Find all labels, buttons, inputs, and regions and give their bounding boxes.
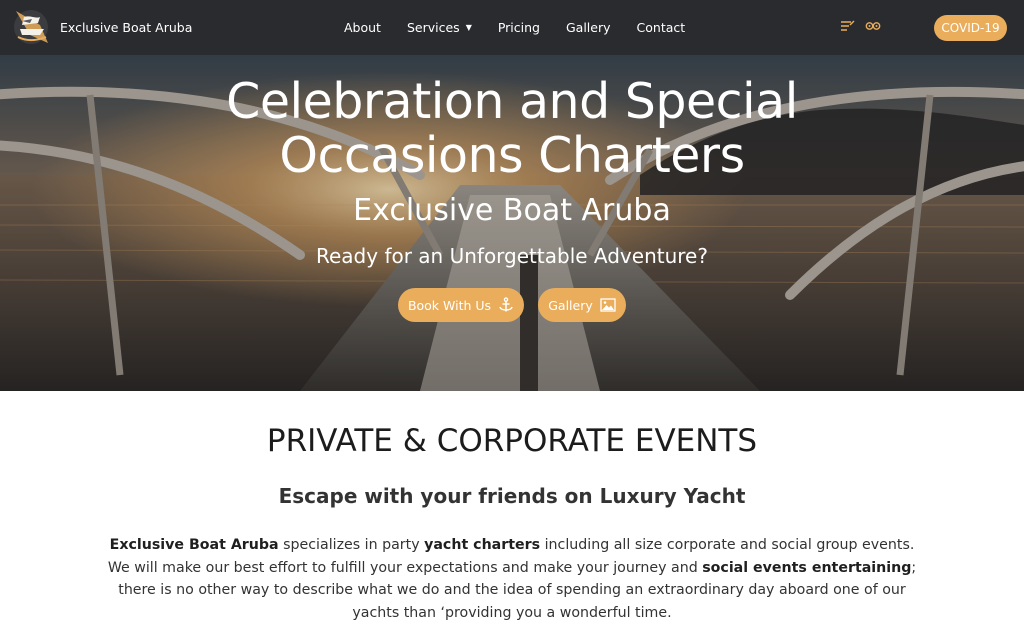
nav-contact-label: Contact [636,20,686,35]
section-subtitle: Escape with your friends on Luxury Yacht [278,484,746,508]
nav-services-label: Services [406,20,460,35]
gallery-button-label: Gallery [548,297,593,313]
body-text-1: specializes in party [278,537,425,553]
hero-subtitle: Exclusive Boat Aruba [353,193,671,228]
hero-title-line1: Celebration and Special [226,73,798,130]
tripadvisor-icon[interactable] [839,19,855,33]
brand[interactable]: Exclusive Boat Aruba [10,5,192,49]
nav-about[interactable]: About [344,20,381,35]
image-icon [600,298,616,312]
hero-tagline: Ready for an Unforgettable Adventure? [316,244,708,268]
nav-gallery[interactable]: Gallery [566,20,611,35]
site-header: Exclusive Boat Aruba About Services ▼ Pr… [0,0,1024,55]
section-body: Exclusive Boat Aruba specializes in part… [102,534,922,624]
hero-title: Celebration and Special Occasions Charte… [112,75,912,183]
body-brand: Exclusive Boat Aruba [109,537,279,553]
chevron-down-icon: ▼ [465,23,472,32]
nav-gallery-label: Gallery [565,20,611,35]
hero: Celebration and Special Occasions Charte… [0,55,1024,391]
anchor-icon [499,297,513,312]
nav-contact[interactable]: Contact [637,20,686,35]
tripadvisor-owl-icon[interactable] [865,19,881,33]
covid-button-label: COVID-19 [941,21,1000,35]
book-with-us-label: Book With Us [407,297,492,313]
main-nav: About Services ▼ Pricing Gallery Contact [344,0,711,55]
body-bold-1: yacht charters [424,537,541,553]
body-bold-2: social events entertaining [702,559,912,576]
nav-about-label: About [344,20,381,35]
section-title: PRIVATE & CORPORATE EVENTS [266,423,758,459]
nav-pricing-label: Pricing [497,20,540,35]
nav-pricing[interactable]: Pricing [498,20,540,35]
book-with-us-button[interactable]: Book With Us [398,288,524,322]
brand-name: Exclusive Boat Aruba [60,19,193,35]
logo-icon [14,10,48,44]
covid-button[interactable]: COVID-19 [934,15,1007,41]
hero-title-line2: Occasions Charters [279,127,745,184]
nav-services[interactable]: Services ▼ [407,20,472,35]
gallery-button[interactable]: Gallery [538,288,626,322]
